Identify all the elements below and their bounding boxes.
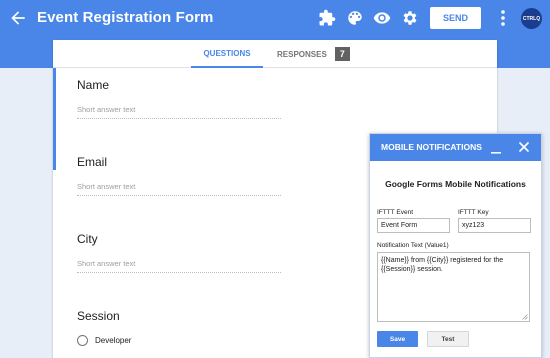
ifttt-key-label: IFTTT Key	[458, 209, 489, 216]
question-name[interactable]: Name Short answer text	[77, 78, 287, 119]
question-email[interactable]: Email Short answer text	[77, 155, 287, 196]
tab-responses[interactable]: RESPONSES 7	[269, 40, 351, 68]
mobile-notifications-panel: MOBILE NOTIFICATIONS Google Forms Mobile…	[369, 133, 542, 358]
question-title: Email	[77, 155, 108, 169]
panel-title: MOBILE NOTIFICATIONS	[381, 142, 482, 152]
question-session[interactable]: Session	[77, 309, 287, 323]
tab-questions[interactable]: QUESTIONS	[191, 40, 263, 68]
question-title: Session	[77, 309, 120, 323]
short-answer-field: Short answer text	[77, 105, 281, 119]
avatar[interactable]: CTRLQ	[521, 8, 542, 29]
test-button[interactable]: Test	[427, 331, 469, 347]
question-title: City	[77, 232, 98, 246]
notification-text-value: {{Name}} from {{City}} registered for th…	[381, 257, 504, 273]
short-answer-field: Short answer text	[77, 182, 281, 196]
palette-icon[interactable]	[346, 9, 364, 27]
short-answer-field: Short answer text	[77, 259, 281, 273]
responses-count-badge: 7	[334, 47, 350, 61]
send-button[interactable]: SEND	[430, 7, 481, 29]
notification-text-area[interactable]: {{Name}} from {{City}} registered for th…	[377, 252, 530, 322]
form-title: Event Registration Form	[37, 9, 214, 26]
tab-bar: QUESTIONS RESPONSES 7	[53, 40, 497, 68]
preview-eye-icon[interactable]	[373, 9, 391, 27]
panel-header: MOBILE NOTIFICATIONS	[370, 134, 541, 161]
option-developer[interactable]: Developer	[77, 335, 131, 346]
resize-handle-icon[interactable]	[522, 314, 528, 320]
option-label: Developer	[95, 336, 132, 345]
back-arrow-icon[interactable]	[8, 8, 28, 28]
more-vert-icon[interactable]	[497, 8, 509, 28]
question-title: Name	[77, 78, 110, 92]
radio-button-icon[interactable]	[77, 335, 88, 346]
addons-icon[interactable]	[318, 9, 336, 27]
close-icon[interactable]	[518, 141, 530, 153]
ifttt-event-label: IFTTT Event	[377, 209, 413, 216]
panel-heading: Google Forms Mobile Notifications	[385, 179, 526, 189]
notification-text-label: Notification Text (Value1)	[377, 242, 449, 249]
minimize-icon[interactable]	[490, 141, 502, 155]
save-button[interactable]: Save	[377, 331, 418, 347]
ifttt-event-input[interactable]: Event Form	[377, 218, 450, 233]
settings-gear-icon[interactable]	[401, 9, 419, 27]
active-question-indicator	[53, 68, 56, 170]
ifttt-key-input[interactable]: xyz123	[458, 218, 531, 233]
tab-responses-label: RESPONSES	[277, 49, 327, 59]
question-city[interactable]: City Short answer text	[77, 232, 287, 273]
